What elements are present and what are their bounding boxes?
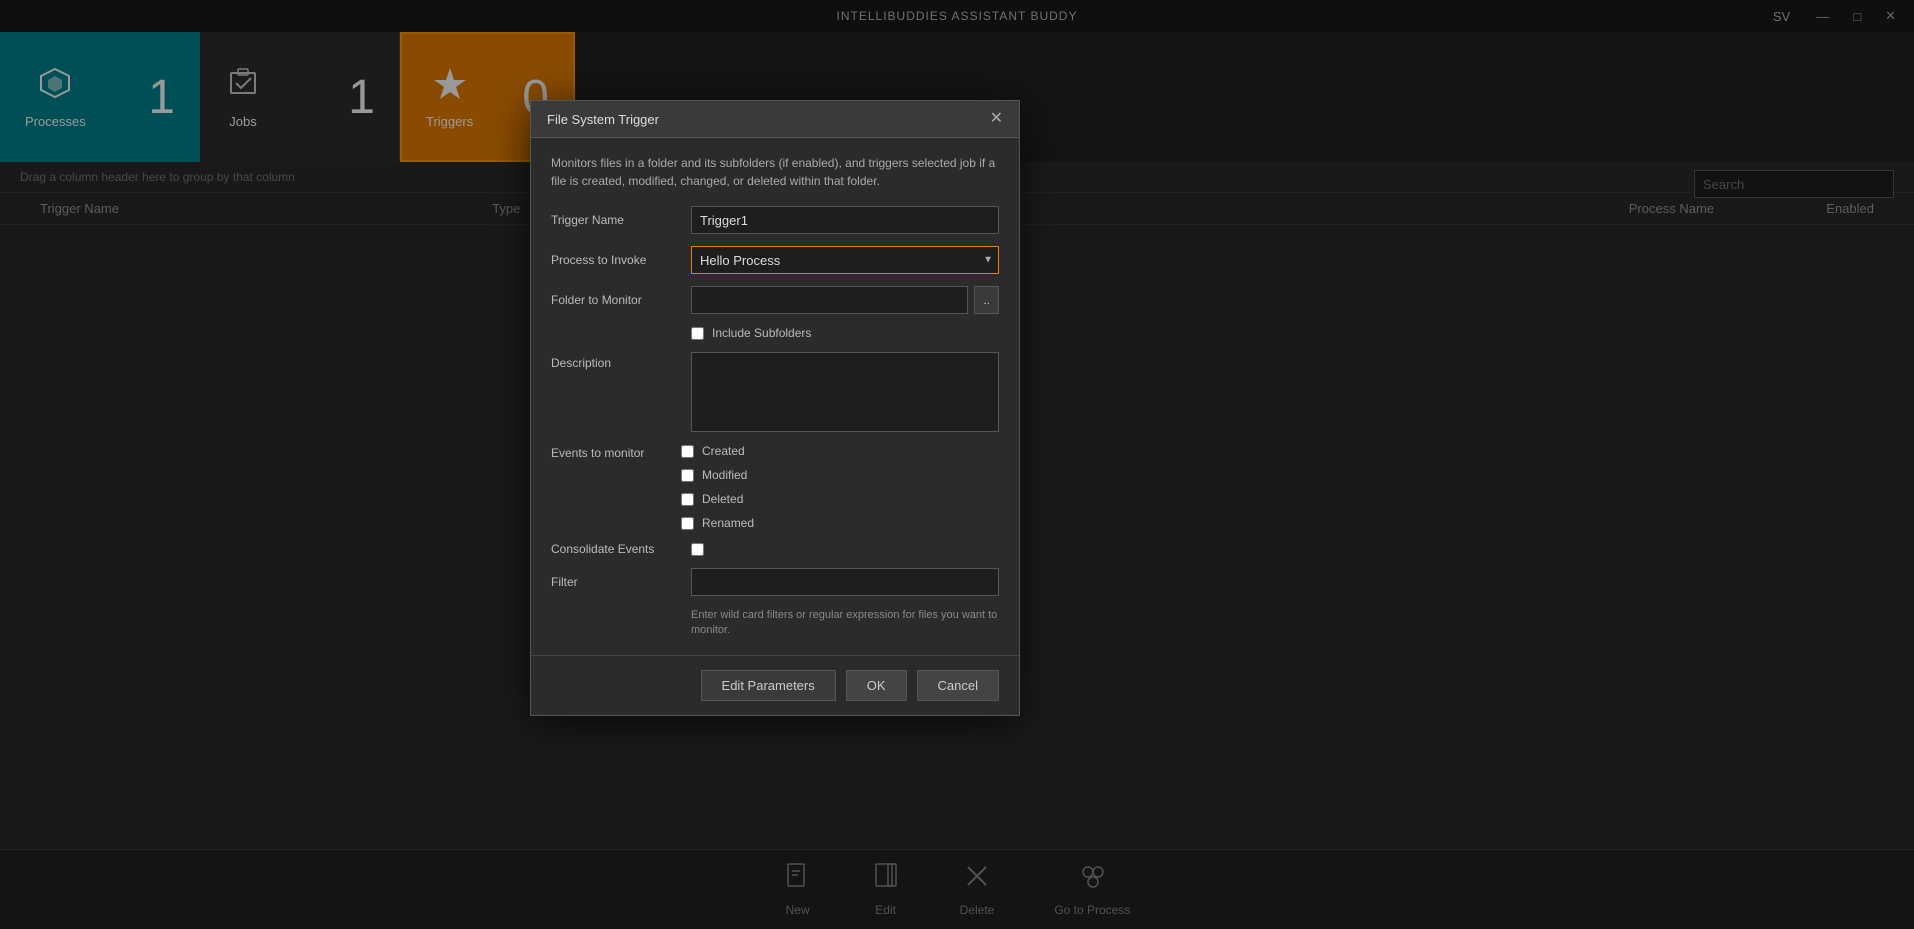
modal-description: Monitors files in a folder and its subfo… <box>551 154 999 190</box>
event-renamed-label: Renamed <box>702 516 754 530</box>
events-label: Events to monitor <box>551 444 681 530</box>
consolidate-events-row: Consolidate Events <box>551 542 999 556</box>
event-modified-checkbox[interactable] <box>681 469 694 482</box>
event-deleted-label: Deleted <box>702 492 743 506</box>
modal-overlay: File System Trigger ✕ Monitors files in … <box>0 0 1914 929</box>
modal-body: Monitors files in a folder and its subfo… <box>531 138 1019 655</box>
include-subfolders-label: Include Subfolders <box>712 326 811 340</box>
folder-monitor-row: Folder to Monitor .. <box>551 286 999 314</box>
ok-button[interactable]: OK <box>846 670 907 701</box>
modal-file-system-trigger: File System Trigger ✕ Monitors files in … <box>530 100 1020 716</box>
filter-label: Filter <box>551 575 681 589</box>
trigger-name-row: Trigger Name <box>551 206 999 234</box>
include-subfolders-checkbox[interactable] <box>691 327 704 340</box>
events-checkboxes: Created Modified Deleted Renamed <box>681 444 754 530</box>
include-subfolders-row: Include Subfolders <box>691 326 999 340</box>
event-renamed-row: Renamed <box>681 516 754 530</box>
event-deleted-row: Deleted <box>681 492 754 506</box>
process-to-invoke-select[interactable]: Hello Process <box>691 246 999 274</box>
modal-footer: Edit Parameters OK Cancel <box>531 655 1019 715</box>
description-label: Description <box>551 352 681 370</box>
modal-header: File System Trigger ✕ <box>531 101 1019 138</box>
events-section: Events to monitor Created Modified Delet… <box>551 444 999 530</box>
description-textarea[interactable] <box>691 352 999 432</box>
event-created-checkbox[interactable] <box>681 445 694 458</box>
trigger-name-label: Trigger Name <box>551 213 681 227</box>
event-created-label: Created <box>702 444 745 458</box>
process-select-wrapper: Hello Process ▼ <box>691 246 999 274</box>
filter-row: Filter <box>551 568 999 596</box>
filter-help: Enter wild card filters or regular expre… <box>691 608 999 639</box>
event-modified-label: Modified <box>702 468 747 482</box>
modal-close-button[interactable]: ✕ <box>990 111 1003 127</box>
description-row: Description <box>551 352 999 432</box>
consolidate-checkbox[interactable] <box>691 543 704 556</box>
folder-input[interactable] <box>691 286 968 314</box>
filter-input[interactable] <box>691 568 999 596</box>
event-modified-row: Modified <box>681 468 754 482</box>
event-created-row: Created <box>681 444 754 458</box>
event-renamed-checkbox[interactable] <box>681 517 694 530</box>
folder-input-group: .. <box>691 286 999 314</box>
modal-title: File System Trigger <box>547 112 659 127</box>
cancel-button[interactable]: Cancel <box>917 670 999 701</box>
consolidate-label: Consolidate Events <box>551 542 681 556</box>
process-to-invoke-label: Process to Invoke <box>551 253 681 267</box>
process-to-invoke-row: Process to Invoke Hello Process ▼ <box>551 246 999 274</box>
folder-label: Folder to Monitor <box>551 293 681 307</box>
event-deleted-checkbox[interactable] <box>681 493 694 506</box>
trigger-name-input[interactable] <box>691 206 999 234</box>
edit-parameters-button[interactable]: Edit Parameters <box>701 670 836 701</box>
browse-button[interactable]: .. <box>974 286 999 314</box>
